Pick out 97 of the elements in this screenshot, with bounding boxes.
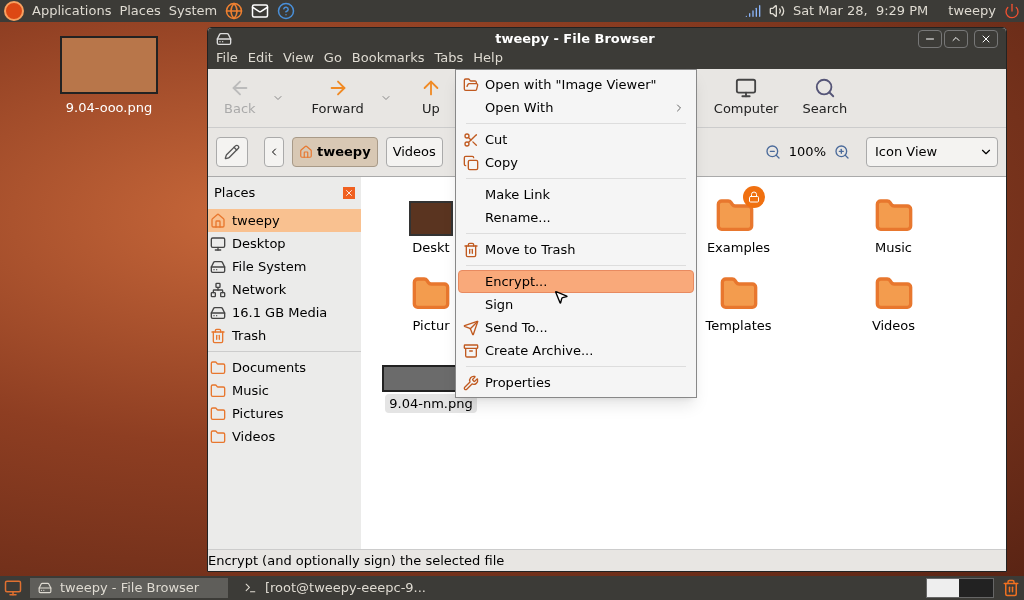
sidebar-item[interactable]: Music [208, 379, 361, 402]
scissors-icon [463, 131, 479, 148]
workspace-switcher[interactable] [926, 578, 994, 598]
trash-icon [1002, 579, 1020, 597]
wrench-icon [463, 374, 479, 391]
file-label[interactable]: Music [871, 237, 916, 257]
pencil-icon [224, 144, 240, 160]
context-menu-item[interactable]: Copy [458, 151, 694, 174]
context-menu-item[interactable]: Create Archive... [458, 339, 694, 362]
home-folder-icon [210, 212, 226, 229]
home-folder-icon [299, 145, 313, 159]
desktop-icon [210, 235, 226, 252]
desktop-icon-label[interactable]: 9.04-ooo.png [65, 98, 153, 118]
sidebar-item[interactable]: Documents [208, 356, 361, 379]
sidebar-item[interactable]: Desktop [208, 232, 361, 255]
path-button[interactable]: Videos [385, 137, 443, 167]
sidebar-title[interactable]: Places [214, 183, 256, 203]
context-menu-item[interactable]: Send To... [458, 316, 694, 339]
taskbar-button[interactable]: [root@tweepy-eeepc-9... [236, 578, 434, 598]
terminal-icon [244, 581, 257, 595]
zoom-in-icon [834, 144, 850, 160]
menu-item[interactable]: Help [473, 50, 503, 66]
context-menu-item[interactable]: Move to Trash [458, 238, 694, 261]
menu-item[interactable]: File [216, 50, 238, 66]
menu-item[interactable]: Go [323, 50, 342, 66]
edit-location-button[interactable] [216, 137, 248, 167]
toolbar-button[interactable]: Search [794, 77, 856, 119]
user-name[interactable]: tweepy [948, 1, 996, 21]
archive-icon [463, 342, 479, 359]
menu-item[interactable]: Edit [247, 50, 273, 66]
sidebar-item[interactable]: Trash [208, 324, 361, 347]
context-menu-item[interactable]: Cut [458, 128, 694, 151]
status-text: Encrypt (and optionally sign) the selected file [208, 551, 505, 570]
power-icon [1004, 3, 1020, 19]
mouse-pointer-icon [553, 288, 569, 306]
drive-icon [210, 258, 226, 275]
file-label[interactable]: Examples [702, 237, 775, 257]
menu-item[interactable]: Bookmarks [351, 50, 425, 66]
zoom-out-icon [764, 144, 781, 160]
file-label[interactable]: Deskt [408, 237, 454, 257]
path-button[interactable]: tweepy [292, 137, 378, 167]
maximize-button[interactable] [944, 30, 968, 48]
sidebar-item[interactable]: Network [208, 278, 361, 301]
toolbar-button[interactable]: Up [411, 77, 450, 119]
window-title: tweepy - File Browser [494, 30, 656, 49]
close-sidebar-icon[interactable] [343, 187, 355, 199]
file-label[interactable]: Templates [701, 315, 776, 335]
open-file-icon [463, 76, 479, 93]
context-menu-item[interactable]: Sign [458, 293, 694, 316]
search-icon [813, 77, 836, 100]
signal-icon [744, 3, 761, 19]
context-menu-item[interactable]: Encrypt... [458, 270, 694, 293]
volume-icon [768, 3, 785, 19]
menu-item[interactable]: Tabs [434, 50, 464, 66]
clock[interactable]: Sat Mar 28, 9:29 PM [792, 1, 929, 21]
file-label[interactable]: 9.04-nm.png [385, 393, 477, 413]
trash-icon [210, 327, 226, 344]
show-desktop-icon [4, 579, 22, 597]
drive-icon [210, 304, 226, 321]
network-icon [210, 281, 226, 298]
folder-icon [210, 405, 226, 422]
toolbar-button[interactable]: Forward [303, 77, 372, 119]
sidebar-item[interactable]: Videos [208, 425, 361, 448]
copy-icon [463, 154, 479, 171]
zoom-level: 100% [788, 143, 826, 162]
context-menu-item[interactable]: Rename... [458, 206, 694, 229]
mail-icon [251, 2, 270, 20]
panel-menu[interactable]: Applications [32, 1, 112, 21]
folder-icon [210, 428, 226, 445]
globe-icon [225, 2, 244, 20]
context-menu-item[interactable]: Open With [458, 96, 694, 119]
close-icon [980, 33, 992, 45]
menu-item[interactable]: View [282, 50, 314, 66]
toolbar-button[interactable]: Computer [705, 77, 787, 119]
monitor-icon [735, 77, 758, 100]
minimize-button[interactable] [918, 30, 942, 48]
sidebar-item[interactable]: File System [208, 255, 361, 278]
sidebar-item[interactable]: 16.1 GB Media [208, 301, 361, 324]
file-label[interactable]: Videos [867, 315, 920, 335]
file-label[interactable]: Pictur [408, 315, 454, 335]
context-menu-item[interactable]: Properties [458, 371, 694, 394]
ubuntu-logo-icon[interactable] [4, 1, 24, 21]
send-icon [463, 319, 479, 336]
help-icon [277, 2, 296, 20]
close-button[interactable] [974, 30, 998, 48]
taskbar-button[interactable]: tweepy - File Browser [30, 578, 228, 598]
panel-menu[interactable]: Places [119, 1, 161, 21]
view-dropdown[interactable]: Icon View [866, 137, 998, 167]
context-menu-item[interactable]: Make Link [458, 183, 694, 206]
panel-menu[interactable]: System [168, 1, 218, 21]
trash-icon [463, 241, 479, 258]
screenshot-thumbnail[interactable] [60, 36, 158, 94]
folder-icon [210, 382, 226, 399]
sidebar-item[interactable]: Pictures [208, 402, 361, 425]
sidebar-item[interactable]: tweepy [208, 209, 361, 232]
context-menu-item[interactable]: Open with "Image Viewer" [458, 73, 694, 96]
folder-icon [210, 359, 226, 376]
